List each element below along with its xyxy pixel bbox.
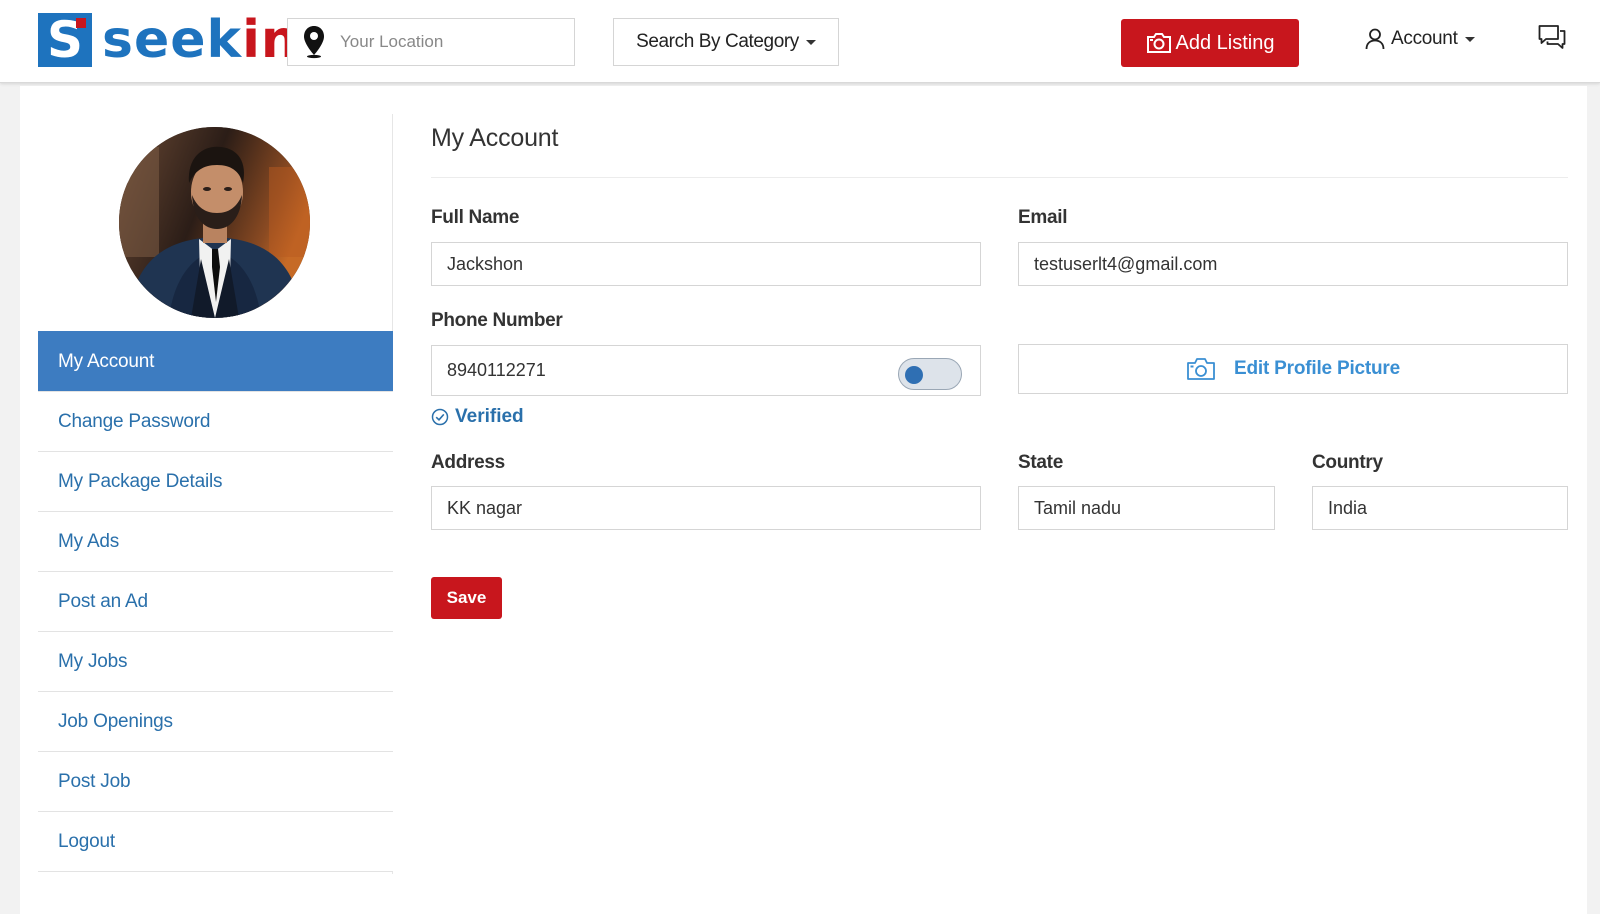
profile-photo [119,127,310,318]
verified-status: Verified [431,406,524,428]
email-label: Email [1018,207,1068,228]
full-name-field-wrap [431,242,981,286]
sidebar-item-my-ads[interactable]: My Ads [38,511,393,571]
sidebar-item-my-package-details[interactable]: My Package Details [38,451,393,511]
chat-icon[interactable] [1538,24,1566,50]
account-menu: My Account Change Password My Package De… [38,331,393,872]
account-dropdown[interactable]: Account [1365,24,1475,54]
top-header: S seekin Search By Category Add Listing … [0,0,1600,83]
sidebar-item-my-account[interactable]: My Account [38,331,393,391]
user-icon [1365,28,1385,50]
verified-label: Verified [455,406,524,427]
save-button[interactable]: Save [431,577,502,619]
sidebar-item-change-password[interactable]: Change Password [38,391,393,451]
state-label: State [1018,452,1063,473]
page-title: My Account [431,124,559,152]
phone-field-wrap [431,345,981,396]
logo-text: seekin [102,14,299,66]
category-dropdown-label: Search By Category [636,31,799,52]
sidebar-item-label: Job Openings [58,710,173,732]
toggle-knob [905,366,923,384]
caret-down-icon [1464,36,1475,42]
search-by-category-dropdown[interactable]: Search By Category [613,18,839,66]
country-label: Country [1312,452,1383,473]
check-circle-icon [431,408,449,426]
caret-down-icon [805,39,816,45]
sidebar-item-label: My Ads [58,530,120,552]
account-label: Account [1391,28,1458,49]
account-sidebar: My Account Change Password My Package De… [38,114,393,874]
full-name-input[interactable] [447,253,980,275]
add-listing-button[interactable]: Add Listing [1121,19,1299,67]
country-input[interactable] [1328,497,1567,519]
email-field-wrap [1018,242,1568,286]
country-field-wrap [1312,486,1568,530]
edit-profile-picture-button[interactable]: Edit Profile Picture [1018,344,1568,394]
logo-badge-dot [76,18,86,28]
phone-toggle-switch[interactable] [898,358,962,390]
sidebar-item-post-job[interactable]: Post Job [38,751,393,811]
logo-text-prefix: seek [102,10,243,70]
state-field-wrap [1018,486,1275,530]
avatar [119,127,310,318]
email-input[interactable] [1034,253,1567,275]
add-listing-label: Add Listing [1175,31,1275,54]
title-divider [431,177,1568,178]
sidebar-item-label: My Account [58,350,155,372]
sidebar-item-my-jobs[interactable]: My Jobs [38,631,393,691]
camera-icon [1187,358,1215,380]
sidebar-item-label: My Jobs [58,650,128,672]
phone-number-input[interactable] [447,360,867,381]
address-label: Address [431,452,505,473]
address-field-wrap [431,486,981,530]
edit-profile-picture-label: Edit Profile Picture [1234,358,1400,379]
full-name-label: Full Name [431,207,520,228]
location-search[interactable] [287,18,575,66]
sidebar-item-label: Post Job [58,770,131,792]
sidebar-item-label: Logout [58,830,115,852]
phone-number-label: Phone Number [431,310,563,331]
sidebar-item-label: Change Password [58,410,211,432]
location-pin-icon [304,26,324,59]
sidebar-item-post-an-ad[interactable]: Post an Ad [38,571,393,631]
logo-badge: S [38,13,92,67]
account-page-content: My Account Change Password My Package De… [20,86,1587,914]
address-input[interactable] [447,497,980,519]
location-input[interactable] [340,32,560,52]
state-input[interactable] [1034,497,1274,519]
sidebar-item-job-openings[interactable]: Job Openings [38,691,393,751]
camera-icon [1146,33,1171,53]
seekin-logo[interactable]: S seekin [38,13,299,67]
sidebar-item-logout[interactable]: Logout [38,811,393,871]
sidebar-item-label: Post an Ad [58,590,148,612]
sidebar-item-label: My Package Details [58,470,223,492]
